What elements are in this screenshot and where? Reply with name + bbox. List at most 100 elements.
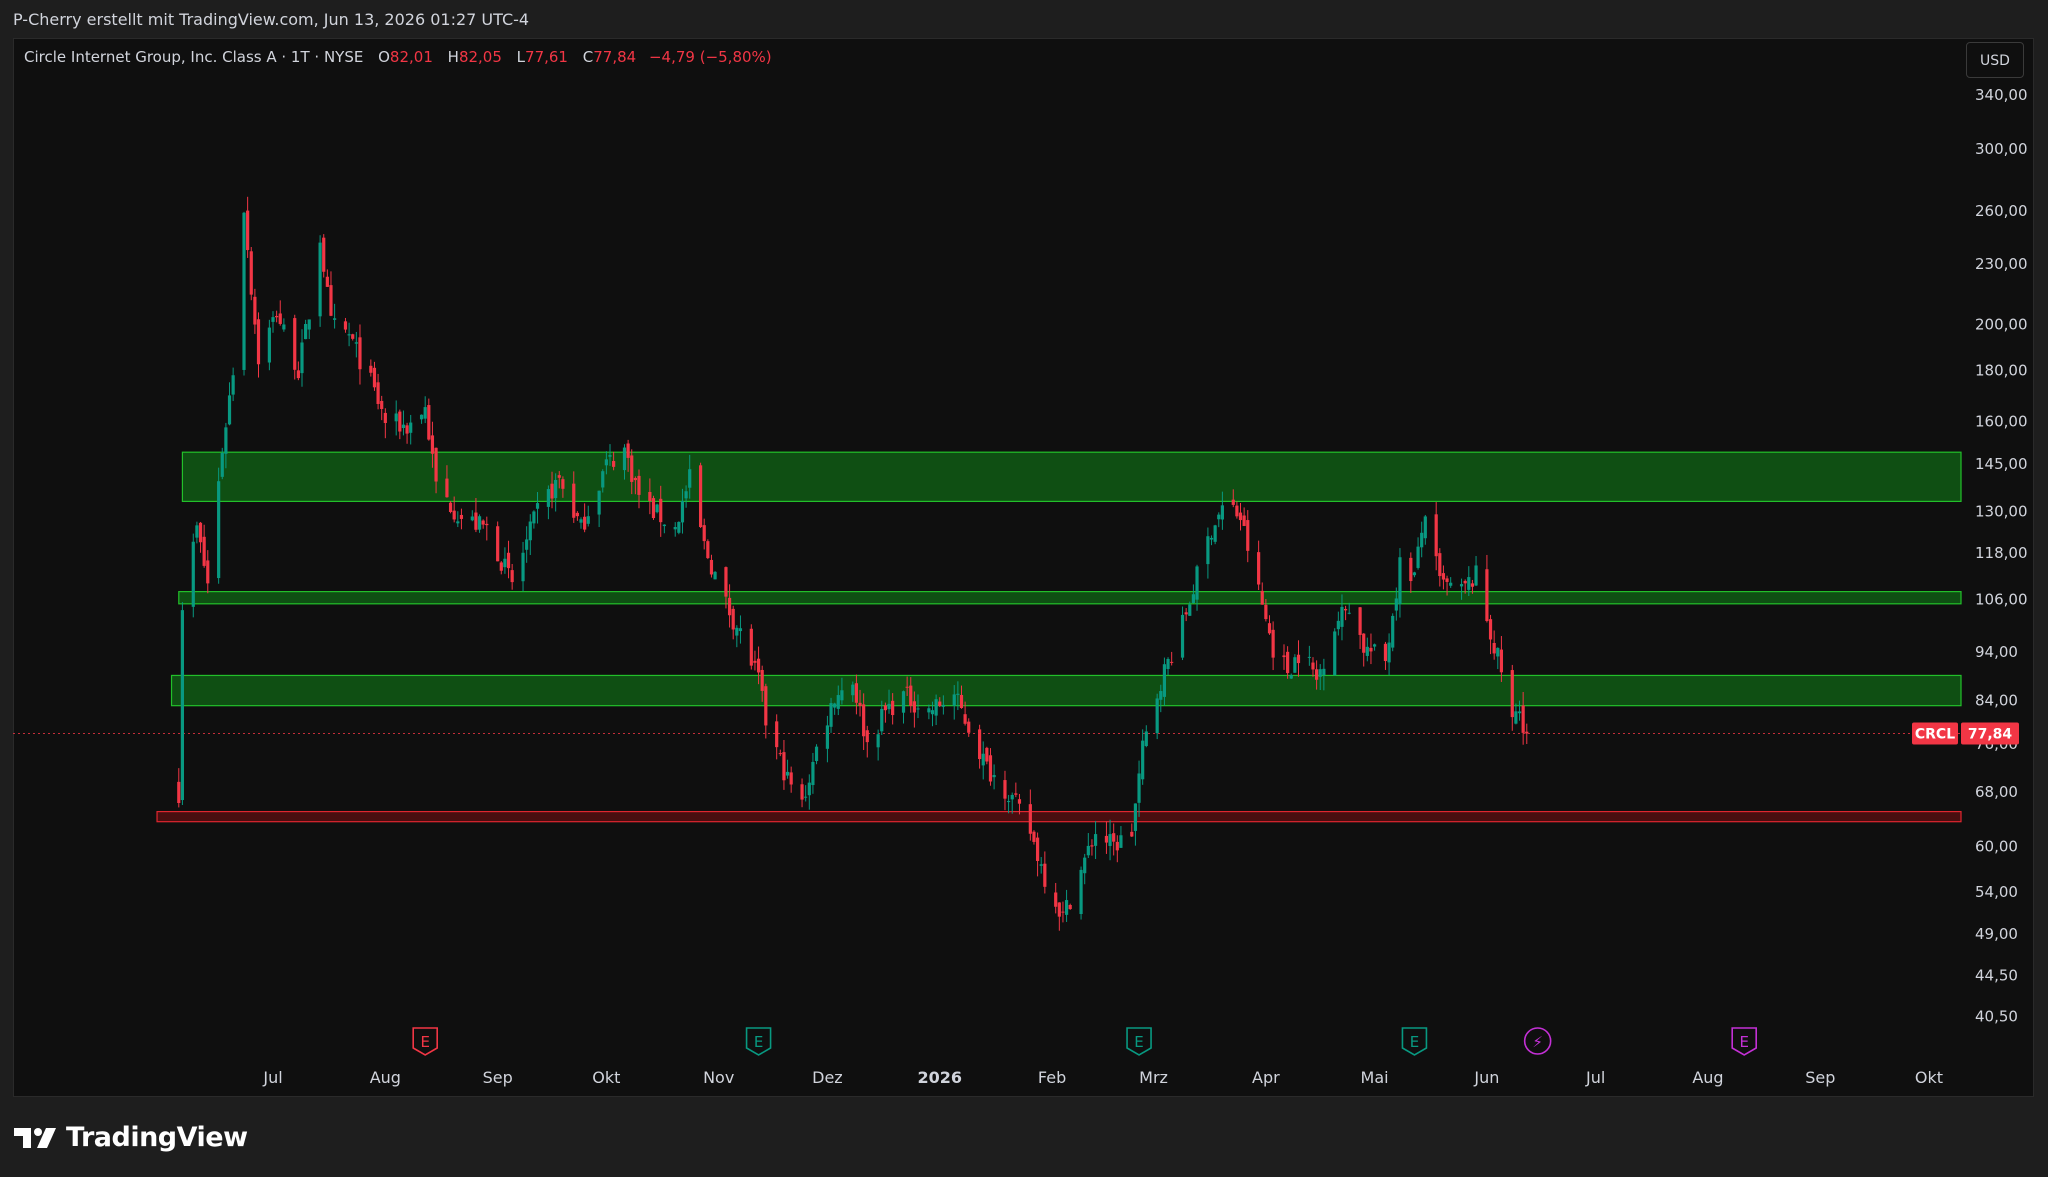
x-tick-label: Nov	[703, 1068, 734, 1087]
candle-body	[934, 699, 938, 716]
candle-body	[706, 541, 710, 559]
candle	[394, 400, 398, 436]
candle-body	[198, 522, 203, 543]
candle-body	[1166, 658, 1170, 669]
tradingview-logo[interactable]: TradingView	[14, 1122, 248, 1153]
candle-body	[1260, 590, 1264, 605]
candle-body	[206, 560, 210, 584]
candle	[496, 521, 500, 562]
y-tick-label: 340,00	[1975, 86, 2028, 104]
candle-body	[1061, 911, 1065, 913]
candle	[1032, 830, 1036, 845]
candle-body	[1014, 793, 1018, 795]
candle	[785, 759, 790, 779]
candle	[1155, 693, 1159, 740]
candle-body	[477, 516, 482, 530]
candle-body	[1032, 831, 1036, 842]
zone-support-2[interactable]	[170, 674, 1962, 707]
candle-body	[177, 781, 181, 804]
candle	[1086, 833, 1090, 859]
candle	[804, 785, 808, 802]
candle	[597, 490, 601, 528]
candle-body	[1086, 845, 1090, 856]
earnings-event-icon[interactable]: E	[412, 1027, 438, 1056]
candle-body	[1492, 642, 1496, 654]
price-chart[interactable]: 340,00 300,00 260,00 230,00 200,00 180,00 160,…	[0, 0, 2048, 1177]
candle	[1061, 901, 1065, 923]
candle	[1525, 723, 1529, 745]
candle	[1246, 510, 1250, 563]
y-tick-label: 200,00	[1975, 316, 2028, 334]
zone-support-3[interactable]	[156, 810, 1962, 823]
candle-body	[1231, 499, 1235, 505]
candle-body	[304, 323, 308, 340]
candle-body	[445, 478, 449, 498]
candle	[1090, 839, 1094, 856]
candle-body	[1488, 619, 1493, 640]
candle	[1054, 882, 1058, 914]
candle	[1043, 851, 1047, 894]
candle	[1391, 613, 1395, 652]
candle	[901, 690, 906, 724]
currency-button[interactable]: USD	[1966, 42, 2024, 78]
candle-body	[282, 324, 286, 330]
candle	[510, 563, 514, 590]
candle-body	[1347, 612, 1351, 614]
candle	[655, 503, 659, 514]
candle	[981, 741, 985, 780]
candle	[1423, 514, 1427, 545]
candle	[1144, 725, 1148, 748]
candle-body	[981, 753, 985, 766]
candle	[358, 324, 362, 385]
candle-body	[1108, 834, 1112, 846]
candle-body	[343, 321, 348, 330]
candle	[242, 211, 246, 376]
candle	[749, 624, 753, 670]
zones-layer	[156, 451, 1962, 823]
candle-body	[956, 693, 960, 695]
earnings-event-icon[interactable]: E	[1731, 1027, 1757, 1056]
events-layer: E E E E ⚡ E	[412, 1027, 1757, 1056]
zone-support-1[interactable]	[178, 591, 1962, 605]
candle-body	[630, 455, 634, 482]
dividend-event-icon[interactable]: ⚡	[1523, 1027, 1552, 1055]
candle-body	[1057, 902, 1061, 917]
candle-body	[333, 318, 337, 320]
y-tick-label: 84,00	[1975, 691, 2018, 709]
y-tick-label: 40,50	[1975, 1008, 2018, 1026]
candle-body	[307, 319, 311, 330]
candle-body	[1398, 557, 1402, 605]
candle-body	[358, 337, 362, 370]
candle	[1282, 644, 1286, 670]
candle-body	[191, 541, 195, 607]
candle-body	[1485, 569, 1489, 621]
candle-body	[1039, 864, 1043, 866]
candle-body	[760, 669, 764, 691]
zone-resistance-0[interactable]	[181, 451, 1962, 503]
candle-body	[1412, 572, 1417, 576]
candle	[1438, 548, 1442, 587]
candle-body	[1043, 863, 1047, 887]
candle	[662, 524, 666, 534]
earnings-event-icon[interactable]: E	[745, 1027, 772, 1056]
candle-body	[978, 729, 982, 760]
earnings-event-icon[interactable]: E	[1126, 1027, 1152, 1056]
candle	[1398, 548, 1402, 618]
candle	[275, 310, 279, 323]
candle-body	[354, 342, 358, 344]
candle-body	[887, 703, 891, 710]
earnings-event-icon[interactable]: E	[1401, 1027, 1428, 1056]
candle-body	[227, 395, 232, 425]
candle	[876, 729, 880, 761]
candle-body	[883, 705, 887, 711]
candle-body	[278, 313, 282, 324]
event-label: E	[1410, 1033, 1419, 1051]
candle-body	[586, 516, 590, 524]
candle-body	[579, 519, 583, 523]
candle	[470, 510, 474, 522]
candle	[318, 235, 322, 327]
x-tick-label: Aug	[370, 1068, 401, 1087]
candle-body	[709, 559, 714, 575]
candle	[271, 311, 275, 333]
candle-body	[1083, 857, 1087, 874]
